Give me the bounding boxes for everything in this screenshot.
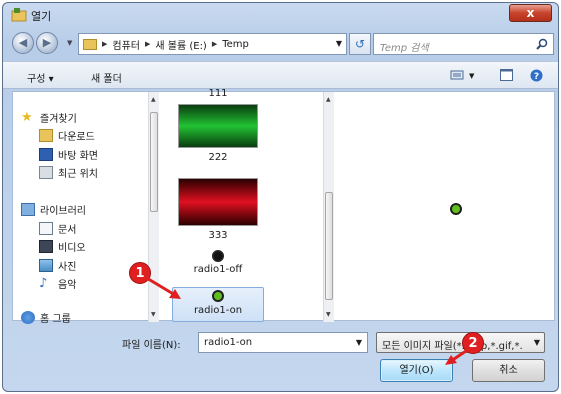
chevron-right-icon[interactable]: ▶ [212, 40, 217, 48]
chevron-down-icon[interactable]: ▼ [531, 338, 540, 347]
sidebar-item-label: 홈 그룹 [40, 314, 71, 325]
recent-places-icon [39, 166, 53, 179]
preview-image [450, 203, 462, 215]
pictures-icon [39, 259, 53, 272]
chevron-right-icon[interactable]: ▶ [145, 40, 150, 48]
sidebar-item-videos[interactable]: 비디오 [39, 239, 86, 254]
folder-icon [83, 38, 97, 50]
view-dropdown-icon[interactable]: ▼ [469, 72, 474, 80]
file-name-111[interactable]: 111 [163, 88, 273, 96]
breadcrumb-temp[interactable]: Temp [222, 39, 249, 50]
command-bar: 구성 ▾ 새 폴더 ▼ ? [3, 61, 558, 89]
music-icon: ♪ [39, 276, 48, 291]
new-folder-button[interactable]: 새 폴더 [91, 70, 122, 85]
sidebar-item-downloads[interactable]: 다운로드 [39, 128, 95, 143]
organize-menu[interactable]: 구성 ▾ [27, 70, 54, 85]
sidebar-item-label: 바탕 화면 [58, 151, 98, 162]
preview-pane [344, 92, 555, 320]
file-list-scroll-thumb[interactable] [325, 192, 333, 300]
refresh-button[interactable]: ↺ [349, 33, 371, 55]
sidebar-item-recent[interactable]: 최근 위치 [39, 165, 98, 180]
forward-button[interactable]: ▶ [36, 32, 58, 54]
file-thumbnail-222[interactable] [178, 104, 258, 148]
content-area: ★ 즐겨찾기 다운로드 바탕 화면 최근 위치 라이브러리 문서 비디오 사진 … [12, 88, 555, 325]
sidebar-item-pictures[interactable]: 사진 [39, 258, 76, 273]
scroll-down-icon[interactable]: ▼ [326, 311, 331, 318]
library-icon [21, 203, 35, 216]
preview-pane-icon[interactable] [500, 69, 513, 81]
radio-off-thumbnail[interactable] [212, 250, 224, 262]
video-icon [39, 240, 53, 253]
documents-icon [39, 222, 53, 235]
address-bar[interactable]: ▶ 컴퓨터 ▶ 새 볼륨 (E:) ▶ Temp ▼ [78, 33, 347, 55]
file-name-333[interactable]: 333 [163, 230, 273, 241]
search-input[interactable]: Temp 검색 [373, 33, 554, 55]
chevron-down-icon[interactable]: ▼ [356, 338, 362, 347]
chevron-right-icon[interactable]: ▶ [102, 40, 107, 48]
search-icon[interactable] [536, 38, 548, 50]
breadcrumb-computer[interactable]: 컴퓨터 [112, 37, 140, 52]
callout-arrow-2 [445, 347, 470, 365]
scroll-up-icon[interactable]: ▲ [151, 96, 156, 103]
desktop-icon [39, 148, 53, 161]
sidebar-scroll-thumb[interactable] [150, 112, 158, 212]
callout-arrow-1 [144, 275, 181, 299]
file-name-222[interactable]: 222 [163, 152, 273, 163]
breadcrumb-volume[interactable]: 새 볼륨 (E:) [155, 37, 206, 52]
file-list: 111 222 333 radio1-off radio1-on ▲ ▼ [160, 88, 334, 322]
sidebar-item-label: 최근 위치 [58, 169, 98, 180]
title-bar: 열기 x [3, 3, 558, 27]
sidebar-item-label: 사진 [58, 262, 77, 273]
sidebar-item-desktop[interactable]: 바탕 화면 [39, 147, 98, 162]
sidebar-item-label: 문서 [58, 225, 77, 236]
star-icon: ★ [21, 110, 33, 125]
sidebar-item-label: 라이브러리 [40, 206, 86, 217]
chevron-down-icon[interactable]: ▼ [336, 39, 342, 48]
svg-text:?: ? [534, 72, 539, 82]
filename-input[interactable]: radio1-on ▼ [198, 332, 368, 353]
filename-label: 파일 이름(N): [122, 340, 181, 351]
sidebar-item-libraries[interactable]: 라이브러리 [21, 202, 86, 217]
search-placeholder: Temp 검색 [380, 43, 429, 54]
navigation-pane: ★ 즐겨찾기 다운로드 바탕 화면 최근 위치 라이브러리 문서 비디오 사진 … [13, 92, 159, 325]
window-title: 열기 [31, 10, 52, 23]
view-options-icon[interactable] [450, 69, 464, 81]
filename-value: radio1-on [204, 337, 253, 348]
sidebar-item-label: 음악 [58, 280, 77, 291]
open-file-dialog: 열기 x ◀ ▶ ▼ ▶ 컴퓨터 ▶ 새 볼륨 (E:) ▶ Temp ▼ ↺ … [2, 2, 559, 392]
cancel-button[interactable]: 취소 [472, 359, 545, 382]
sidebar-item-label: 다운로드 [58, 132, 95, 143]
close-button[interactable]: x [509, 4, 552, 22]
scroll-up-icon[interactable]: ▲ [326, 96, 331, 103]
file-name-radio1-on[interactable]: radio1-on [163, 305, 273, 316]
back-button[interactable]: ◀ [12, 32, 34, 54]
sidebar-item-label: 즐겨찾기 [40, 114, 77, 125]
sidebar-item-favorites[interactable]: ★ 즐겨찾기 [21, 110, 77, 125]
sidebar-item-documents[interactable]: 문서 [39, 221, 76, 236]
homegroup-icon [21, 311, 35, 324]
sidebar-item-label: 비디오 [58, 243, 86, 254]
file-thumbnail-333[interactable] [178, 178, 258, 226]
app-icon [11, 8, 27, 22]
file-name-radio1-off[interactable]: radio1-off [163, 264, 273, 275]
history-dropdown-icon[interactable]: ▼ [67, 39, 72, 47]
sidebar-item-music[interactable]: ♪ 음악 [39, 276, 76, 291]
help-icon[interactable]: ? [530, 69, 543, 82]
radio-on-thumbnail[interactable] [212, 290, 224, 302]
sidebar-item-homegroup[interactable]: 홈 그룹 [21, 310, 71, 325]
download-folder-icon [39, 129, 53, 142]
file-list-scrollbar[interactable]: ▲ ▼ [323, 92, 334, 322]
scroll-down-icon[interactable]: ▼ [151, 311, 156, 318]
